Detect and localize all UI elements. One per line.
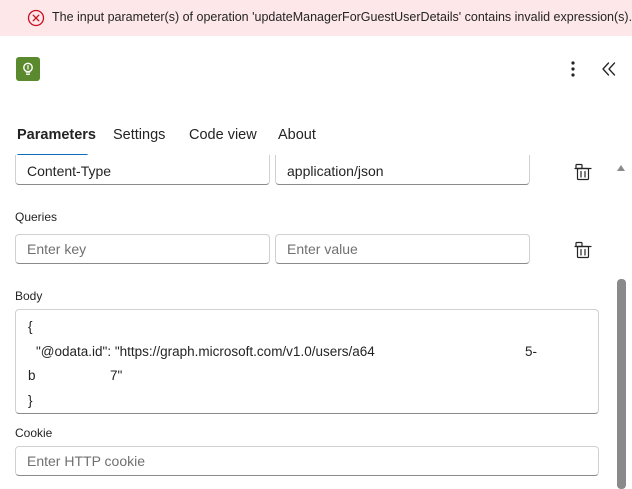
body-editor[interactable]: { "@odata.id": "https://graph.microsoft.… xyxy=(15,309,599,414)
body-line-close-brace: } xyxy=(28,393,33,408)
body-label: Body xyxy=(15,289,43,303)
header-value-value: application/json xyxy=(287,163,384,179)
more-vertical-icon xyxy=(571,61,575,77)
cookie-input[interactable]: Enter HTTP cookie xyxy=(15,446,599,476)
cookie-placeholder: Enter HTTP cookie xyxy=(27,453,146,469)
query-value-placeholder: Enter value xyxy=(287,241,358,257)
query-value-input[interactable]: Enter value xyxy=(275,234,530,264)
query-key-input[interactable]: Enter key xyxy=(15,234,270,264)
lightbulb-icon xyxy=(16,57,40,81)
tab-parameters[interactable]: Parameters xyxy=(17,127,96,143)
body-line-open-brace: { xyxy=(28,319,33,334)
header-value-input[interactable]: application/json xyxy=(275,155,530,185)
delete-query-icon[interactable] xyxy=(573,240,593,260)
body-line-odata-id: "@odata.id": "https://graph.microsoft.co… xyxy=(36,344,375,359)
queries-label: Queries xyxy=(15,210,58,224)
tab-settings[interactable]: Settings xyxy=(113,127,165,143)
collapse-panel-button[interactable] xyxy=(598,58,620,80)
error-message: The input parameter(s) of operation 'upd… xyxy=(52,10,632,24)
cookie-label: Cookie xyxy=(15,426,53,440)
scroll-up-arrow-icon[interactable] xyxy=(617,165,625,171)
more-options-button[interactable] xyxy=(563,58,583,80)
error-banner: The input parameter(s) of operation 'upd… xyxy=(0,0,632,36)
query-key-placeholder: Enter key xyxy=(27,241,87,257)
delete-header-icon[interactable] xyxy=(573,162,593,182)
header-key-input[interactable]: Content-Type xyxy=(15,155,270,185)
body-line-continuation-end: 7" xyxy=(110,368,123,383)
double-chevron-left-icon xyxy=(602,62,616,76)
tab-code-view[interactable]: Code view xyxy=(189,127,257,143)
body-line-odata-id-tail: 5- xyxy=(525,344,538,359)
tab-about[interactable]: About xyxy=(278,127,316,143)
header-key-value: Content-Type xyxy=(27,163,112,179)
scrollbar-thumb[interactable] xyxy=(617,279,626,489)
body-line-continuation-start: b xyxy=(28,368,36,383)
error-circle-icon xyxy=(27,9,45,27)
